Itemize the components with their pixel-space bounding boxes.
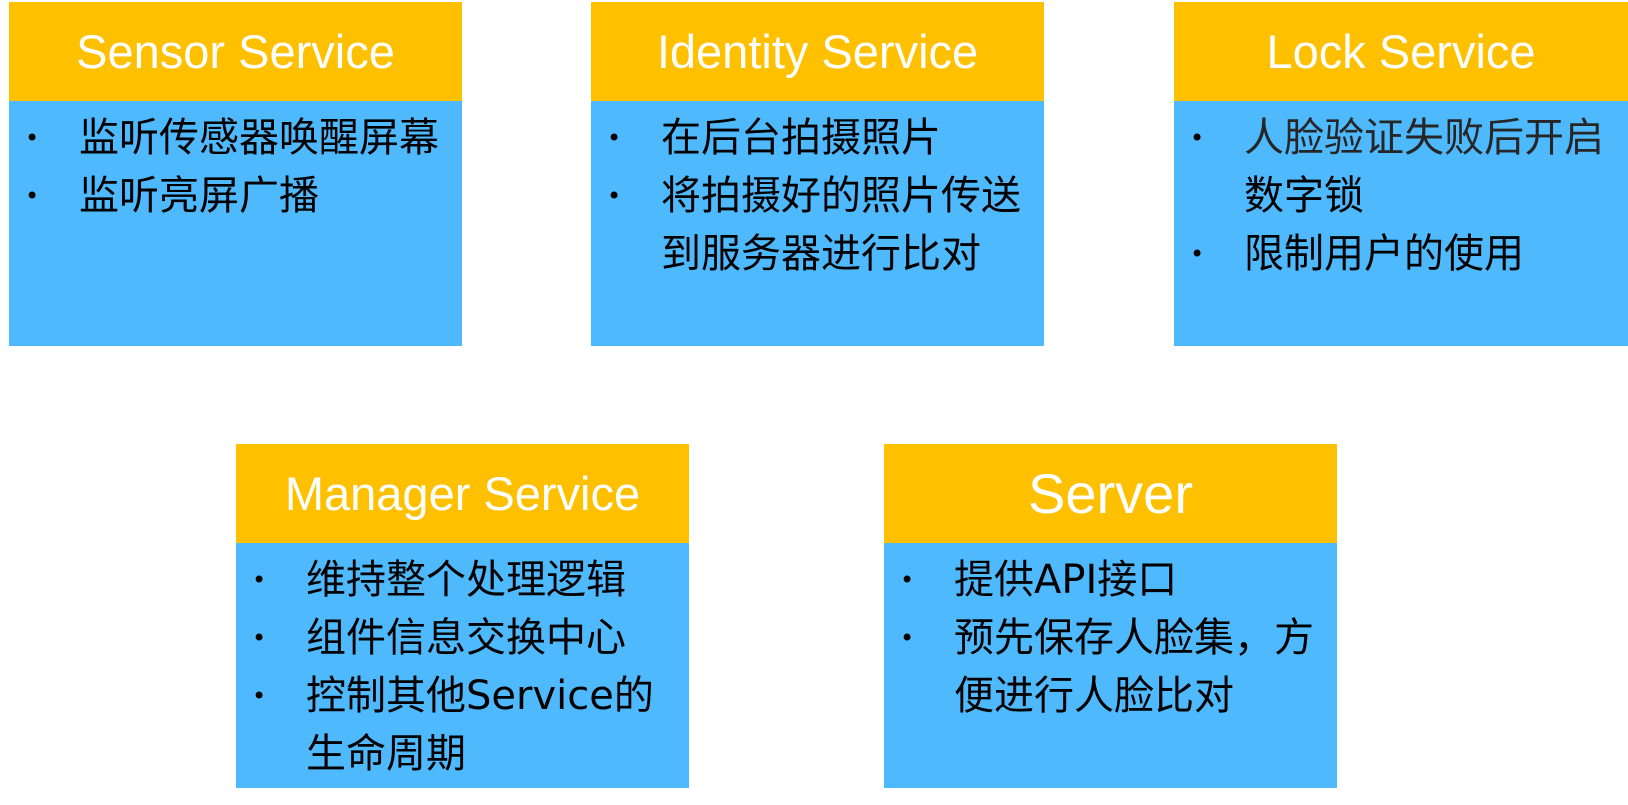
bullet-icon: • <box>900 566 915 594</box>
server-body: • 提供API接口 • 预先保存人脸集，方便进行人脸比对 <box>884 543 1337 788</box>
lock-service-body: • 人脸验证失败后开启数字锁 • 限制用户的使用 <box>1174 101 1628 346</box>
bullet-icon: • <box>1190 240 1205 268</box>
sensor-service-title: Sensor Service <box>9 2 462 101</box>
lock-service-title: Lock Service <box>1174 2 1628 101</box>
bullet-icon: • <box>252 624 267 652</box>
list-item-text: 预先保存人脸集，方便进行人脸比对 <box>954 615 1314 719</box>
list-item-text-part: 数字锁 <box>1244 173 1364 219</box>
list-item-text: 维持整个处理逻辑 <box>306 557 626 603</box>
list-item: • 监听传感器唤醒屏幕 <box>9 109 462 167</box>
bullet-icon: • <box>900 624 915 652</box>
list-item-text: 监听亮屏广播 <box>79 173 319 219</box>
list-item: • 人脸验证失败后开启数字锁 <box>1174 109 1628 225</box>
bullet-icon: • <box>607 182 622 210</box>
list-item-text: 监听传感器唤醒屏幕 <box>79 115 439 161</box>
list-item-text: 人脸验证失败后开启数字锁 <box>1244 109 1620 225</box>
list-item-text: 提供API接口 <box>954 557 1178 603</box>
list-item: • 预先保存人脸集，方便进行人脸比对 <box>884 609 1337 725</box>
list-item: • 将拍摄好的照片传送到服务器进行比对 <box>591 167 1044 283</box>
bullet-icon: • <box>607 124 622 152</box>
sensor-service-card: Sensor Service • 监听传感器唤醒屏幕 • 监听亮屏广播 <box>9 2 462 346</box>
server-title: Server <box>884 444 1337 543</box>
bullet-icon: • <box>1190 124 1205 152</box>
list-item-text: 组件信息交换中心 <box>306 615 626 661</box>
bullet-icon: • <box>25 124 40 152</box>
sensor-service-body: • 监听传感器唤醒屏幕 • 监听亮屏广播 <box>9 101 462 346</box>
list-item: • 控制其他Service的生命周期 <box>236 667 689 783</box>
list-item-text: 限制用户的使用 <box>1244 231 1524 277</box>
list-item: • 限制用户的使用 <box>1174 225 1628 283</box>
list-item-text: 将拍摄好的照片传送到服务器进行比对 <box>661 173 1021 277</box>
identity-service-body: • 在后台拍摄照片 • 将拍摄好的照片传送到服务器进行比对 <box>591 101 1044 346</box>
list-item: • 提供API接口 <box>884 551 1337 609</box>
identity-service-title: Identity Service <box>591 2 1044 101</box>
list-item: • 在后台拍摄照片 <box>591 109 1044 167</box>
bullet-icon: • <box>252 682 267 710</box>
lock-service-card: Lock Service • 人脸验证失败后开启数字锁 • 限制用户的使用 <box>1174 2 1628 346</box>
list-item-text: 控制其他Service的生命周期 <box>306 673 654 777</box>
list-item: • 组件信息交换中心 <box>236 609 689 667</box>
server-card: Server • 提供API接口 • 预先保存人脸集，方便进行人脸比对 <box>884 444 1337 788</box>
manager-service-body: • 维持整个处理逻辑 • 组件信息交换中心 • 控制其他Service的生命周期 <box>236 543 689 788</box>
manager-service-title: Manager Service <box>236 444 689 543</box>
bullet-icon: • <box>25 182 40 210</box>
list-item-text-part: 人脸验证失败后开启 <box>1244 115 1604 161</box>
list-item: • 维持整个处理逻辑 <box>236 551 689 609</box>
bullet-icon: • <box>252 566 267 594</box>
list-item: • 监听亮屏广播 <box>9 167 462 225</box>
manager-service-card: Manager Service • 维持整个处理逻辑 • 组件信息交换中心 • … <box>236 444 689 788</box>
list-item-text: 在后台拍摄照片 <box>661 115 941 161</box>
identity-service-card: Identity Service • 在后台拍摄照片 • 将拍摄好的照片传送到服… <box>591 2 1044 346</box>
